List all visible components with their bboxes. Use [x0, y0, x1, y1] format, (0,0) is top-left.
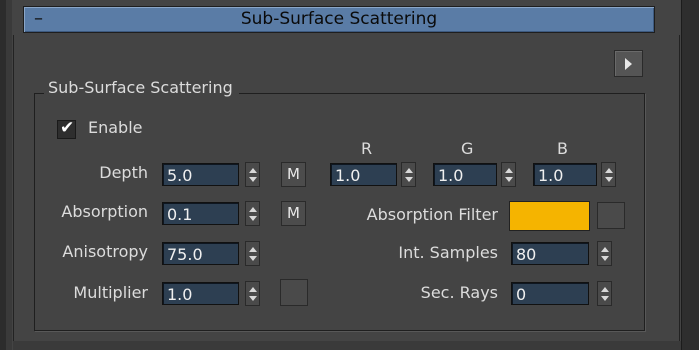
spin-down-icon [249, 177, 257, 182]
spin-down-icon [405, 177, 413, 182]
spin-down-icon [601, 256, 609, 261]
int-samples-spinner[interactable] [597, 241, 612, 266]
sec-rays-spinner[interactable] [597, 281, 612, 306]
panel-left-gutter [6, 0, 12, 350]
g-spinner[interactable] [501, 162, 516, 187]
spin-down-icon [505, 177, 513, 182]
spin-down-icon [601, 296, 609, 301]
depth-map-button[interactable]: M [281, 162, 306, 187]
spin-up-icon [505, 168, 513, 173]
anisotropy-spinner[interactable] [245, 241, 260, 266]
spin-down-icon [249, 256, 257, 261]
rollout-title: Sub-Surface Scattering [240, 9, 438, 29]
anisotropy-field[interactable]: 75.0 [162, 242, 239, 265]
checkmark-icon: ✔ [60, 118, 75, 138]
r-field[interactable]: 1.0 [330, 163, 397, 186]
sec-rays-field[interactable]: 0 [511, 282, 589, 305]
spin-up-icon [249, 168, 257, 173]
int-samples-label: Int. Samples [398, 243, 498, 262]
spin-up-icon [249, 207, 257, 212]
absorption-spinner[interactable] [245, 201, 260, 226]
r-spinner[interactable] [401, 162, 416, 187]
depth-field[interactable]: 5.0 [162, 163, 239, 186]
triangle-right-icon [625, 58, 632, 70]
r-label: R [361, 139, 373, 158]
depth-spinner[interactable] [245, 162, 260, 187]
spin-up-icon [601, 247, 609, 252]
absorption-filter-swatch[interactable] [509, 201, 590, 231]
panel-bottom-edge [13, 341, 681, 350]
g-label: G [461, 139, 474, 158]
multiplier-map-button[interactable] [280, 279, 308, 306]
spin-up-icon [249, 247, 257, 252]
b-field[interactable]: 1.0 [533, 163, 597, 186]
sec-rays-label: Sec. Rays [420, 283, 498, 302]
g-field[interactable]: 1.0 [433, 163, 497, 186]
spin-up-icon [249, 287, 257, 292]
rollout-menu-button[interactable] [614, 50, 643, 77]
absorption-label: Absorption [61, 202, 148, 221]
spin-down-icon [605, 177, 613, 182]
group-label: Sub-Surface Scattering [44, 78, 239, 97]
spin-up-icon [405, 168, 413, 173]
multiplier-field[interactable]: 1.0 [162, 282, 239, 305]
panel-divider [681, 0, 682, 350]
b-spinner[interactable] [601, 162, 616, 187]
int-samples-field[interactable]: 80 [511, 242, 589, 265]
enable-label: Enable [88, 118, 143, 137]
spin-down-icon [249, 216, 257, 221]
multiplier-label: Multiplier [73, 283, 148, 302]
absorption-field[interactable]: 0.1 [162, 202, 239, 225]
enable-checkbox[interactable]: ✔ [57, 118, 76, 139]
depth-label: Depth [99, 163, 148, 182]
spin-up-icon [601, 287, 609, 292]
absorption-filter-label: Absorption Filter [366, 205, 498, 224]
absorption-filter-map-button[interactable] [597, 202, 625, 229]
rollout-header[interactable]: – Sub-Surface Scattering [23, 6, 655, 33]
absorption-map-button[interactable]: M [281, 201, 306, 226]
b-label: B [557, 139, 568, 158]
panel-scrollbar-track[interactable] [681, 0, 699, 350]
spin-up-icon [605, 168, 613, 173]
spin-down-icon [249, 296, 257, 301]
anisotropy-label: Anisotropy [62, 242, 148, 261]
multiplier-spinner[interactable] [245, 281, 260, 306]
